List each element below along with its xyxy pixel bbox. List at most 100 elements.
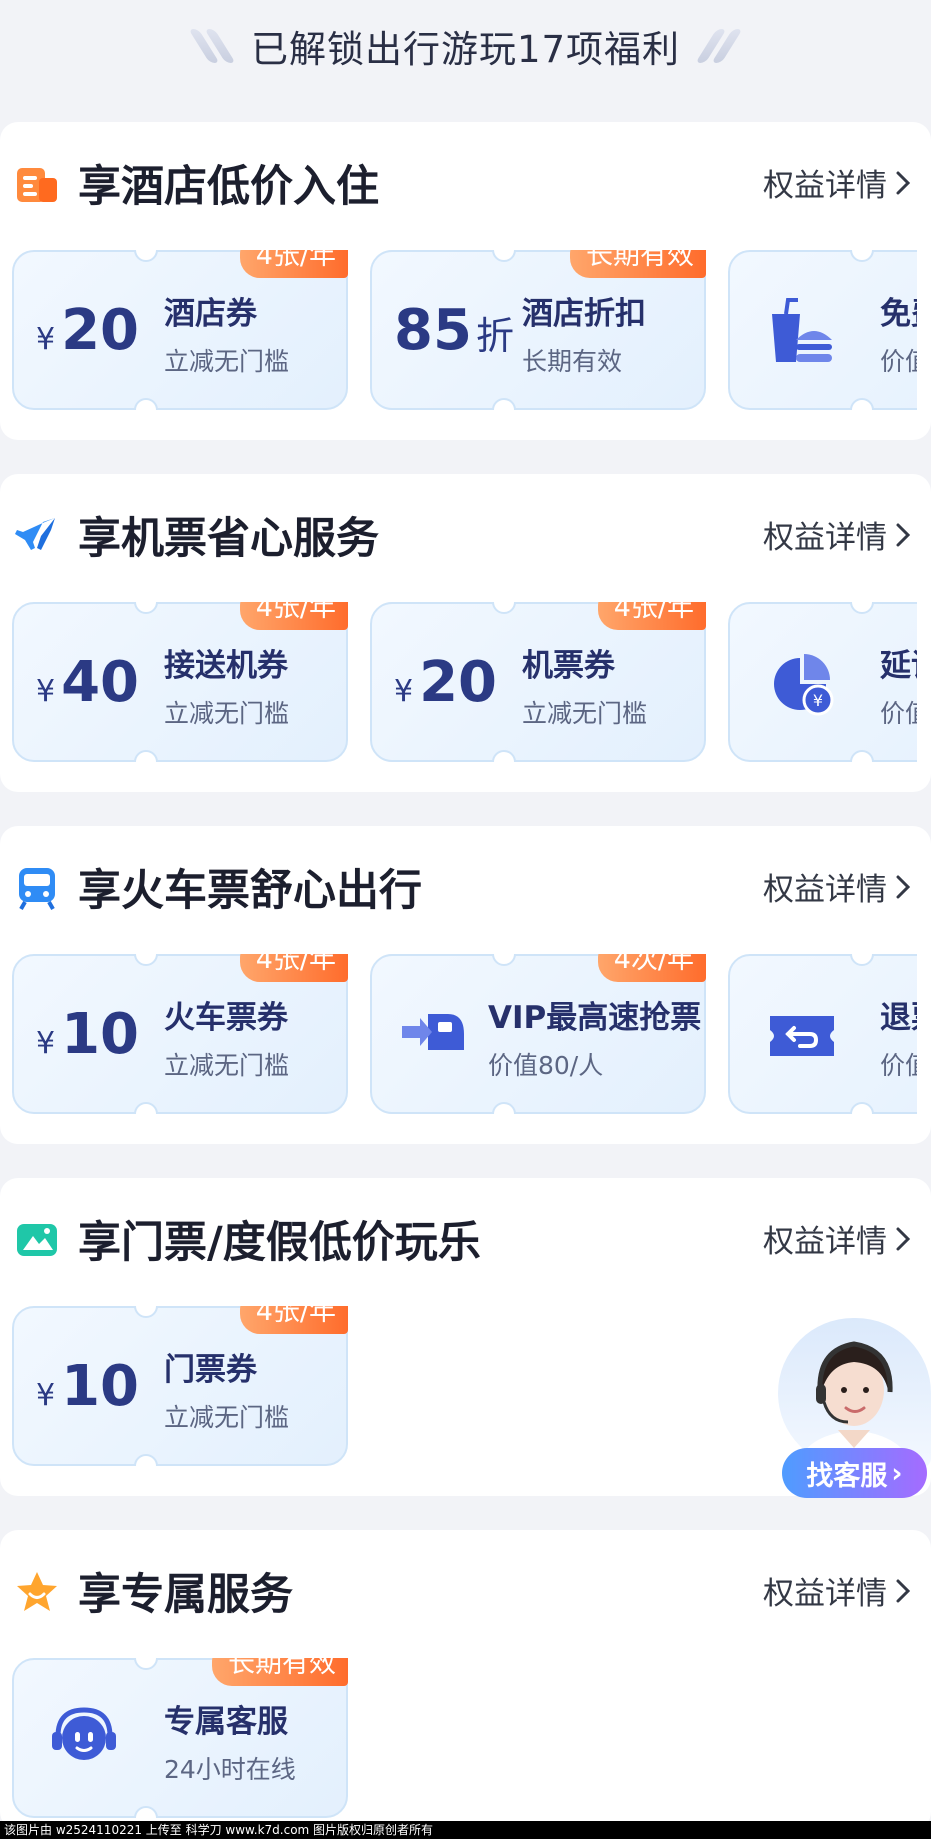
coupon-subtitle: 长期有效 xyxy=(522,347,623,376)
currency-symbol: ¥ xyxy=(36,322,56,357)
coupon-title: 酒店折扣 xyxy=(522,296,646,332)
coupon-value: ¥40 xyxy=(36,650,139,715)
hotel-icon xyxy=(17,168,57,202)
section-header: 享酒店低价入住 权益详情 xyxy=(0,122,931,242)
coupon-card-attraction-voucher[interactable]: 4张/年 ¥10 门票券 立减无门槛 xyxy=(12,1306,348,1466)
section-header: 享机票省心服务 权益详情 xyxy=(0,474,931,594)
quota-badge: 长期有效 xyxy=(212,1658,348,1686)
find-customer-service-button[interactable]: 找客服 › xyxy=(782,1448,927,1498)
benefit-details-link[interactable]: 权益详情 xyxy=(763,1216,911,1261)
benefit-details-label: 权益详情 xyxy=(763,520,887,556)
benefit-details-link[interactable]: 权益详情 xyxy=(763,864,911,909)
benefit-details-link[interactable]: 权益详情 xyxy=(763,160,911,205)
agent-avatar xyxy=(778,1318,931,1468)
coupon-value: ¥20 xyxy=(36,298,139,363)
coupon-title: 酒店券 xyxy=(164,296,257,332)
coupon-card-hotel-discount[interactable]: 长期有效 85 折 酒店折扣 长期有效 xyxy=(370,250,706,410)
page-title: 已解锁出行游玩17项福利 xyxy=(250,28,681,71)
title-decoration-right xyxy=(695,29,743,63)
currency-symbol: ¥ xyxy=(36,1026,56,1061)
chevron-right-icon xyxy=(896,171,911,194)
section-title: 享机票省心服务 xyxy=(78,514,379,564)
coupon-title: 退票 xyxy=(880,1000,917,1036)
quota-badge: 长期有效 xyxy=(570,250,706,278)
refund-ticket-icon xyxy=(770,1016,834,1056)
drink-burger-icon xyxy=(772,298,832,362)
section-title: 享火车票舒心出行 xyxy=(78,866,422,916)
star-smile-icon xyxy=(17,1572,57,1611)
coupon-subtitle: 立减无门槛 xyxy=(164,1403,290,1432)
quota-badge: 4张/年 xyxy=(239,954,348,982)
chevron-right-icon xyxy=(896,523,911,546)
coupon-subtitle: 立减无门槛 xyxy=(164,1051,290,1080)
coupon-amount: 10 xyxy=(61,1354,140,1419)
currency-symbol: ¥ xyxy=(36,1378,56,1413)
coupon-subtitle: 价值 xyxy=(880,1051,917,1080)
coupon-subtitle: 价值80/人 xyxy=(488,1051,604,1080)
currency-symbol: ¥ xyxy=(36,674,56,709)
benefit-details-link[interactable]: 权益详情 xyxy=(763,1568,911,1613)
coupon-card-train-voucher[interactable]: 4张/年 ¥10 火车票券 立减无门槛 xyxy=(12,954,348,1114)
coupon-row: 4张/年 ¥20 酒店券 立减无门槛 长期有效 85折 酒店折扣 长期有效 免费… xyxy=(12,250,917,410)
title-decoration-left xyxy=(188,29,236,63)
chevron-right-icon xyxy=(896,1227,911,1250)
svg-text:¥: ¥ xyxy=(813,691,823,710)
coupon-title: 接送机券 xyxy=(164,648,288,684)
coupon-card-hotel-voucher[interactable]: 4张/年 ¥20 酒店券 立减无门槛 xyxy=(12,250,348,410)
chevron-right-icon: › xyxy=(891,1457,903,1489)
coupon-card-exclusive-agent[interactable]: 长期有效 专属客服 24小时在线 xyxy=(12,1658,348,1818)
coupon-title: 火车票券 xyxy=(164,1000,288,1036)
coupon-card-airport-transfer[interactable]: 4张/年 ¥40 接送机券 立减无门槛 xyxy=(12,602,348,762)
benefit-details-label: 权益详情 xyxy=(763,168,887,204)
quota-badge: 4张/年 xyxy=(239,1306,348,1334)
coupon-row: 4张/年 ¥40 接送机券 立减无门槛 4张/年 ¥20 机票券 立减无门槛 ¥… xyxy=(12,602,917,762)
section-title: 享专属服务 xyxy=(78,1570,293,1620)
coupon-title: 免费 xyxy=(880,296,917,332)
quota-badge: 4张/年 xyxy=(597,602,706,630)
coupon-title: VIP最高速抢票 xyxy=(488,1000,702,1036)
coupon-title: 延误 xyxy=(880,648,917,684)
coupon-row: 4张/年 ¥10 火车票券 立减无门槛 4次/年 VIP最高速抢票 价值80/人… xyxy=(12,954,917,1114)
coupon-amount: 10 xyxy=(61,1002,140,1067)
coupon-card-free-meal[interactable]: 免费 价值 xyxy=(728,250,917,410)
coupon-subtitle: 立减无门槛 xyxy=(522,699,648,728)
section-header: 享门票/度假低价玩乐 权益详情 xyxy=(0,1178,931,1298)
train-icon xyxy=(19,868,55,910)
section-header: 享专属服务 权益详情 xyxy=(0,1530,931,1650)
coupon-amount: 40 xyxy=(61,650,140,715)
section-flight: 享机票省心服务 权益详情 4张/年 ¥40 接送机券 立减无门槛 4张/年 ¥2… xyxy=(0,474,931,792)
currency-symbol: ¥ xyxy=(394,674,414,709)
coupon-row: 长期有效 专属客服 24小时在线 xyxy=(12,1658,917,1818)
coupon-card-delay[interactable]: ¥ 延误 价值 xyxy=(728,602,917,762)
coupon-subtitle: 24小时在线 xyxy=(164,1755,296,1784)
quota-badge: 4次/年 xyxy=(597,954,706,982)
benefit-details-link[interactable]: 权益详情 xyxy=(763,512,911,557)
coupon-subtitle: 价值 xyxy=(880,347,917,376)
section-hotel: 享酒店低价入住 权益详情 4张/年 ¥20 酒店券 立减无门槛 长期有效 85 折… xyxy=(0,122,931,440)
find-customer-service-label: 找客服 xyxy=(806,1460,888,1492)
agent-portrait-icon xyxy=(798,1341,911,1468)
benefits-header: 已解锁出行游玩17项福利 xyxy=(0,0,931,92)
coupon-card-refund[interactable]: 退票 价值 xyxy=(728,954,917,1114)
coupon-subtitle: 立减无门槛 xyxy=(164,699,290,728)
chevron-right-icon xyxy=(896,1579,911,1602)
section-header: 享火车票舒心出行 权益详情 xyxy=(0,826,931,946)
coupon-value: 85 折 xyxy=(394,298,514,363)
benefit-details-label: 权益详情 xyxy=(763,1576,887,1612)
discount-suffix: 折 xyxy=(475,314,514,358)
coupon-title: 门票券 xyxy=(164,1352,257,1388)
pie-yen-icon: ¥ xyxy=(774,654,834,716)
coupon-value: ¥10 xyxy=(36,1354,139,1419)
section-exclusive-service: 享专属服务 权益详情 长期有效 专属客服 24小时在线 xyxy=(0,1530,931,1830)
coupon-card-vip-grab-ticket[interactable]: 4次/年 VIP最高速抢票 价值80/人 xyxy=(370,954,706,1114)
section-title: 享门票/度假低价玩乐 xyxy=(78,1218,481,1268)
coupon-card-flight-voucher[interactable]: 4张/年 ¥20 机票券 立减无门槛 xyxy=(370,602,706,762)
quota-badge: 4张/年 xyxy=(239,602,348,630)
benefit-details-label: 权益详情 xyxy=(763,1224,887,1260)
chevron-right-icon xyxy=(896,875,911,898)
scenic-ticket-icon xyxy=(17,1224,57,1256)
coupon-value: ¥10 xyxy=(36,1002,139,1067)
coupon-amount: 20 xyxy=(419,650,498,715)
customer-service-float[interactable]: 找客服 › xyxy=(778,1318,931,1504)
coupon-subtitle: 立减无门槛 xyxy=(164,347,290,376)
